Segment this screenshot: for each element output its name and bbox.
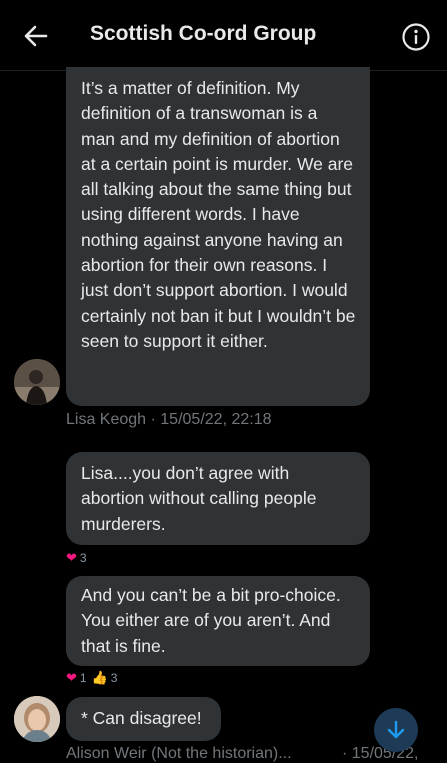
- avatar-image: [14, 359, 60, 405]
- avatar[interactable]: [14, 696, 60, 742]
- avatar[interactable]: [14, 359, 60, 405]
- info-icon: [402, 23, 430, 51]
- heart-count: 1: [79, 671, 87, 685]
- back-button[interactable]: [22, 22, 50, 50]
- heart-icon: ❤: [66, 550, 77, 565]
- reactions[interactable]: ❤ 3: [66, 550, 87, 566]
- message-text: * Can disagree!: [81, 708, 202, 728]
- arrow-left-icon: [24, 25, 48, 47]
- scroll-to-bottom-button[interactable]: [374, 708, 418, 752]
- message-text: And you can’t be a bit pro-choice. You e…: [81, 585, 341, 656]
- sender-name: Alison Weir (Not the historian)...: [66, 745, 292, 762]
- arrow-down-icon: [387, 720, 405, 739]
- message-bubble[interactable]: * Can disagree!: [66, 697, 221, 741]
- message-bubble[interactable]: It’s a matter of definition. My definiti…: [66, 67, 370, 406]
- conversation-header: Scottish Co-ord Group: [0, 0, 447, 71]
- info-button[interactable]: [401, 22, 431, 52]
- thumbs-up-count: 3: [110, 671, 118, 685]
- heart-icon: ❤: [66, 670, 77, 685]
- thumbs-up-icon: 👍: [91, 670, 108, 685]
- avatar-image: [14, 696, 60, 742]
- message-text: It’s a matter of definition. My definiti…: [81, 78, 356, 351]
- reactions[interactable]: ❤ 1 👍 3: [66, 670, 117, 686]
- heart-count: 3: [79, 551, 87, 565]
- message-timestamp: Lisa Keogh · 15/05/22, 22:18: [66, 411, 272, 428]
- message-bubble[interactable]: And you can’t be a bit pro-choice. You e…: [66, 576, 370, 666]
- conversation-title: Scottish Co-ord Group: [90, 22, 317, 45]
- message-text: Lisa....you don’t agree with abortion wi…: [81, 463, 317, 534]
- message-bubble[interactable]: Lisa....you don’t agree with abortion wi…: [66, 452, 370, 545]
